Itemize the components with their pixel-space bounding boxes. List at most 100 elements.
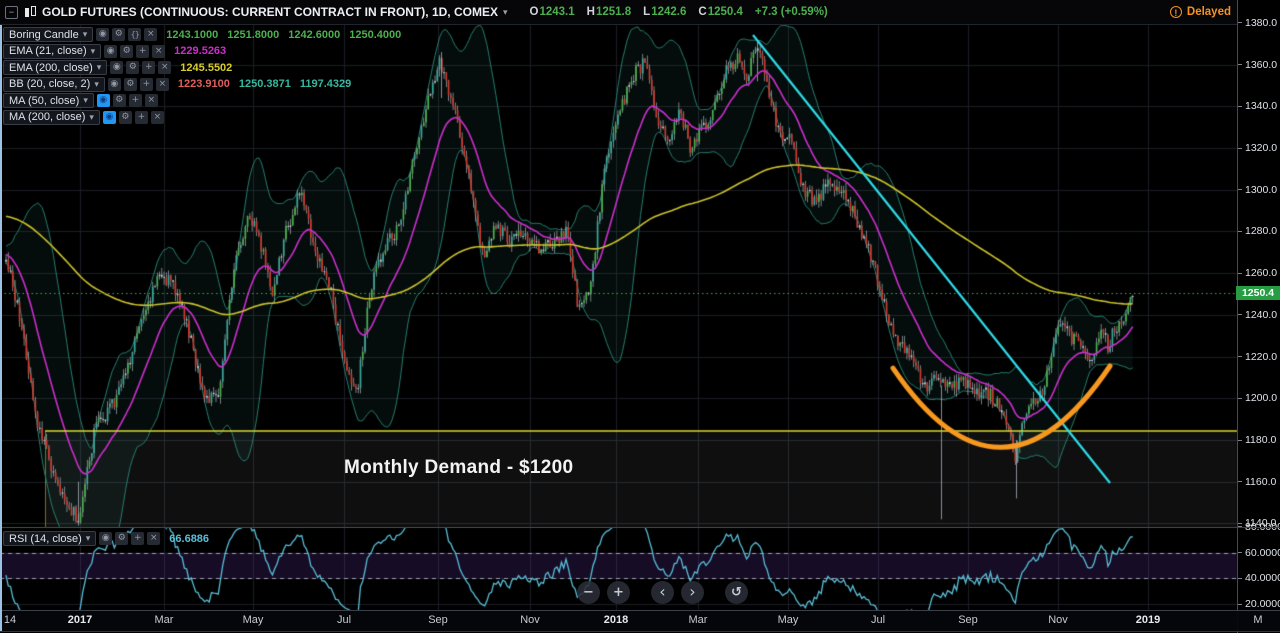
gear-icon[interactable]: ⚙ <box>112 28 125 41</box>
tick-mark <box>1238 440 1242 441</box>
time-tick-label: 14 <box>4 614 16 626</box>
indicator-title: Boring Candle <box>9 29 79 41</box>
time-tick-label: 2019 <box>1136 614 1160 626</box>
indicator-value: 1223.9100 <box>178 78 230 90</box>
zoom-out-button[interactable]: − <box>577 581 600 604</box>
pane-divider[interactable] <box>0 527 1280 528</box>
eye-icon[interactable]: ◉ <box>103 111 116 124</box>
indicator-label-ema-21[interactable]: EMA (21, close)▾ <box>3 44 101 59</box>
collapse-panel-icon[interactable]: − <box>5 6 18 19</box>
chart-left-edge <box>0 25 2 631</box>
close-icon[interactable]: × <box>151 111 164 124</box>
tick-text: 1300.0 <box>1245 184 1277 196</box>
plus-icon[interactable]: + <box>129 94 142 107</box>
ohlc-pair: H1251.8 <box>587 6 632 18</box>
indicator-value: 1251.8000 <box>227 29 279 41</box>
indicator-value: 1243.1000 <box>166 29 218 41</box>
chart-header: − GOLD FUTURES (CONTINUOUS: CURRENT CONT… <box>0 0 1237 25</box>
tick-text: 60.0000 <box>1245 547 1280 559</box>
tick-mark <box>1238 106 1242 107</box>
ohlc-label: C <box>698 6 706 18</box>
warning-icon: ! <box>1170 6 1182 18</box>
indicator-value: 1242.6000 <box>288 29 340 41</box>
tick-text: 20.0000 <box>1245 598 1280 610</box>
indicator-label-boring-candle[interactable]: Boring Candle ▾ <box>3 27 93 42</box>
scroll-left-button[interactable]: ‹ <box>651 581 674 604</box>
price-tick-label: 1200.0 <box>1238 391 1277 405</box>
indicator-row-boring-candle: Boring Candle ▾ ◉⚙{}× 1243.1000 1251.8000 124… <box>3 27 401 42</box>
close-icon[interactable]: × <box>158 61 171 74</box>
chevron-down-icon: ▾ <box>86 533 91 544</box>
price-tick-label: 1300.0 <box>1238 183 1277 197</box>
time-tick-label: May <box>243 614 264 626</box>
tick-text: 1240.0 <box>1245 309 1277 321</box>
tick-text: 1260.0 <box>1245 267 1277 279</box>
chart-nav-buttons: −+ ‹ › ↺ <box>577 581 748 604</box>
time-tick-label: 2017 <box>68 614 92 626</box>
ohlc-readout: O1243.1H1251.8L1242.6C1250.4+7.3 (+0.59%… <box>530 6 828 18</box>
symbol-title[interactable]: GOLD FUTURES (CONTINUOUS: CURRENT CONTRA… <box>42 5 498 19</box>
time-tick-label: 2018 <box>604 614 628 626</box>
price-axis[interactable]: 1380.01360.01340.01320.01300.01280.01260… <box>1237 0 1280 633</box>
eye-icon[interactable]: ◉ <box>96 28 109 41</box>
close-icon[interactable]: × <box>144 28 157 41</box>
eye-icon[interactable]: ◉ <box>108 78 121 91</box>
price-tick-label: 1220.0 <box>1238 350 1277 364</box>
tick-text: 1360.0 <box>1245 59 1277 71</box>
indicator-label-rsi[interactable]: RSI (14, close) ▾ <box>3 531 96 546</box>
eye-icon[interactable]: ◉ <box>99 532 112 545</box>
eye-icon[interactable]: ◉ <box>97 94 110 107</box>
gear-icon[interactable]: ⚙ <box>113 94 126 107</box>
gear-icon[interactable]: ⚙ <box>126 61 139 74</box>
price-tick-label: 1160.0 <box>1238 475 1276 489</box>
chevron-down-icon[interactable]: ▾ <box>503 7 508 18</box>
indicator-value: 1250.4000 <box>349 29 401 41</box>
price-tick-label: 1240.0 <box>1238 308 1277 322</box>
indicator-label-ma-200[interactable]: MA (200, close)▾ <box>3 110 100 125</box>
plus-icon[interactable]: + <box>135 111 148 124</box>
close-icon[interactable]: × <box>145 94 158 107</box>
plus-icon[interactable]: + <box>142 61 155 74</box>
price-tick-label: 1380.0 <box>1238 16 1277 30</box>
indicator-label-bb-20[interactable]: BB (20, close, 2)▾ <box>3 77 105 92</box>
plus-icon[interactable]: + <box>131 532 144 545</box>
scroll-right-button[interactable]: › <box>681 581 704 604</box>
braces-icon[interactable]: {} <box>128 28 141 41</box>
close-icon[interactable]: × <box>152 45 165 58</box>
chevron-down-icon: ▾ <box>91 46 96 57</box>
price-tick-label: 1180.0 <box>1238 433 1276 447</box>
chevron-down-icon: ▾ <box>83 29 88 40</box>
indicator-values: 66.6886 <box>169 533 209 545</box>
chart-type-icon[interactable] <box>24 6 36 19</box>
demand-annotation-text[interactable]: Monthly Demand - $1200 <box>344 457 573 479</box>
gear-icon[interactable]: ⚙ <box>119 111 132 124</box>
tick-text: 1320.0 <box>1245 142 1277 154</box>
ohlc-label: L <box>643 6 650 18</box>
plus-icon[interactable]: + <box>140 78 153 91</box>
last-price-badge: 1250.4 <box>1236 286 1280 300</box>
zoom-in-button[interactable]: + <box>607 581 630 604</box>
tick-mark <box>1238 189 1242 190</box>
gear-icon[interactable]: ⚙ <box>124 78 137 91</box>
gear-icon[interactable]: ⚙ <box>115 532 128 545</box>
tick-mark <box>1238 578 1242 579</box>
reset-view-button[interactable]: ↺ <box>725 581 748 604</box>
close-icon[interactable]: × <box>156 78 169 91</box>
time-tick-label: Sep <box>958 614 978 626</box>
tick-mark <box>1238 314 1242 315</box>
indicator-label-ma-50[interactable]: MA (50, close)▾ <box>3 93 94 108</box>
time-axis[interactable]: 142017MarMayJulSepNov2018MarMayJulSepNov… <box>0 610 1280 632</box>
delayed-badge[interactable]: ! Delayed <box>1170 6 1231 18</box>
close-icon[interactable]: × <box>147 532 160 545</box>
ohlc-pair: O1243.1 <box>530 6 575 18</box>
indicator-label-ema-200[interactable]: EMA (200, close)▾ <box>3 60 107 75</box>
eye-icon[interactable]: ◉ <box>104 45 117 58</box>
time-tick-label: May <box>778 614 799 626</box>
price-tick-label: 60.0000 <box>1238 546 1280 560</box>
plus-icon[interactable]: + <box>136 45 149 58</box>
indicator-title: RSI (14, close) <box>9 533 82 545</box>
tick-mark <box>1238 22 1242 23</box>
eye-icon[interactable]: ◉ <box>110 61 123 74</box>
gear-icon[interactable]: ⚙ <box>120 45 133 58</box>
price-tick-label: 40.0000 <box>1238 571 1280 585</box>
